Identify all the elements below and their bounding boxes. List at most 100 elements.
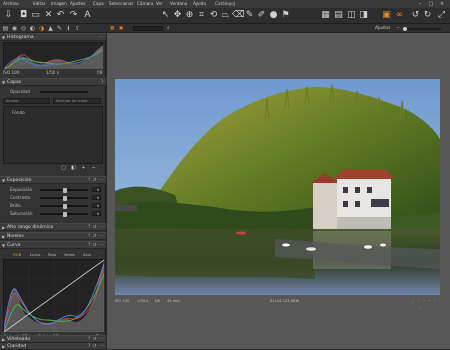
export-icon[interactable]: ▣ (381, 10, 392, 21)
browser-toggle-icon[interactable]: ▦ (110, 24, 114, 33)
menu-window[interactable]: Ventana (170, 0, 187, 8)
maximize-button[interactable]: □ (427, 1, 435, 7)
photo-canvas[interactable] (115, 79, 440, 295)
layers-header[interactable]: ▼ Capas ? (0, 78, 106, 86)
saturation-value[interactable]: 0 (92, 211, 101, 216)
brightness-slider[interactable] (40, 204, 88, 209)
metadata-tab-icon[interactable]: ℹ (65, 25, 72, 32)
opacity-slider[interactable] (40, 91, 88, 93)
curve-tab-blue[interactable]: Azul (83, 252, 91, 257)
panel-options-icon[interactable]: ? ↺ ⋯ (88, 224, 104, 231)
curve-tab-red[interactable]: Rojo (48, 252, 56, 257)
pan-icon[interactable]: ✥ (172, 10, 183, 21)
keystone-icon[interactable]: ⏢ (220, 10, 231, 21)
menu-edit[interactable]: Editar (33, 0, 45, 8)
levels-header[interactable]: ▶ Niveles ? ↺ ⋯ (0, 232, 106, 240)
viewer-toggle-icon[interactable]: ▣ (119, 24, 123, 33)
contrast-value[interactable]: 0 (92, 195, 101, 200)
adjust-label[interactable]: Ajustar (375, 24, 391, 33)
add-mask-icon[interactable]: ◧ (70, 165, 77, 172)
paint-mode-dropdown[interactable]: Ajustar (3, 98, 50, 104)
crop-icon[interactable]: ⌗ (196, 10, 207, 21)
slider-knob[interactable] (63, 196, 67, 201)
close-window-button[interactable]: × (438, 1, 446, 7)
curve-graph[interactable] (3, 259, 105, 333)
capture-tab-icon[interactable]: ◉ (11, 25, 18, 32)
zoom-knob[interactable] (403, 27, 407, 31)
compare-icon[interactable]: ▤ (333, 10, 344, 21)
contrast-slider[interactable] (40, 196, 88, 201)
zoom-icon[interactable]: ⊕ (184, 10, 195, 21)
vignetting-header[interactable]: ▶ Viñeteado ? ↺ ⋯ (0, 335, 106, 343)
remove-icon[interactable]: − (90, 165, 97, 172)
menu-help[interactable]: Ayuda (193, 0, 206, 8)
curve-tab-rgb[interactable]: RGB (13, 252, 21, 257)
brush-icon[interactable]: ✐ (256, 10, 267, 21)
color-tab-icon[interactable]: ◐ (29, 25, 36, 32)
stamp-icon[interactable]: ⚑ (280, 10, 291, 21)
add-icon[interactable]: + (80, 165, 87, 172)
panel-options-icon[interactable]: ? ↺ ⋯ (88, 336, 104, 343)
output-tab-icon[interactable]: ⇪ (74, 25, 81, 32)
exposure-header[interactable]: ▼ Exposición ? ↺ ⋯ (0, 176, 106, 184)
local-adjust-tab-icon[interactable]: ✎ (56, 25, 63, 32)
hdr-header[interactable]: ▶ Alto rango dinámico ? ↺ ⋯ (0, 223, 106, 231)
undo-icon[interactable]: ↶ (55, 10, 66, 21)
star-rating[interactable]: • • • • • (418, 297, 440, 313)
rotate-icon[interactable]: ⟲ (208, 10, 219, 21)
curve-tab-luma[interactable]: Luma (30, 252, 40, 257)
menu-layer[interactable]: Capa (93, 0, 104, 8)
slider-knob[interactable] (63, 188, 67, 193)
proof-icon[interactable]: ◫ (346, 10, 357, 21)
clear-icon[interactable]: ✕ (43, 10, 54, 21)
add-layer-icon[interactable]: ▢ (60, 165, 67, 172)
text-icon[interactable]: A (82, 10, 93, 21)
panel-options-icon[interactable]: ? ↺ ⋯ (88, 177, 104, 184)
menu-adjustments[interactable]: Ajustes (70, 0, 85, 8)
fill-mode-dropdown[interactable]: Rellenar de Luma (53, 98, 101, 104)
zoom-slider[interactable] (403, 27, 441, 31)
glasses-icon[interactable]: ∞ (394, 10, 405, 21)
grid-icon[interactable]: ▦ (320, 10, 331, 21)
zoom-out-icon[interactable]: − (396, 24, 400, 33)
curve-header[interactable]: ▼ Curva ? ↺ ⋯ (0, 241, 106, 249)
slider-knob[interactable] (63, 212, 67, 217)
filter-field[interactable] (133, 26, 163, 31)
details-tab-icon[interactable]: ▲ (47, 25, 54, 32)
exposure-value[interactable]: 0 (92, 187, 101, 192)
import-icon[interactable]: ⇩ (3, 10, 14, 21)
rating-icon[interactable]: ▢ (411, 297, 414, 305)
rotate-right-icon[interactable]: ↻ (422, 10, 433, 21)
spot-icon[interactable]: ● (268, 10, 279, 21)
curve-tab-green[interactable]: Verde (64, 252, 75, 257)
background-layer[interactable]: Fondo (12, 110, 25, 115)
lens-tab-icon[interactable]: ◎ (20, 25, 27, 32)
menu-select[interactable]: Seleccionar (109, 0, 133, 8)
eraser-icon[interactable]: ⌫ (232, 10, 245, 21)
search-icon[interactable]: ⌕ (167, 24, 169, 33)
menu-image[interactable]: Imagen (51, 0, 67, 8)
redo-icon[interactable]: ↷ (68, 10, 79, 21)
camera-icon[interactable]: ◘ (18, 10, 29, 21)
cursor-icon[interactable]: ↖ (160, 10, 171, 21)
fullscreen-icon[interactable]: ⤢ (436, 10, 447, 21)
histogram-header[interactable]: ▼ Histograma ⋯ (0, 33, 106, 41)
rotate-left-icon[interactable]: ↺ (410, 10, 421, 21)
menu-view[interactable]: Ver (156, 0, 163, 8)
picker-icon[interactable]: ✎ (244, 10, 255, 21)
exposure-tab-icon[interactable]: ◑ (38, 25, 45, 32)
minimize-button[interactable]: – (416, 1, 424, 7)
panel-options-icon[interactable]: ? ↺ ⋯ (88, 233, 104, 240)
brightness-value[interactable]: 0 (92, 203, 101, 208)
panel-options-icon[interactable]: ? (101, 79, 104, 86)
menu-camera[interactable]: Cámara (137, 0, 153, 8)
folder-icon[interactable]: ▭ (30, 10, 41, 21)
saturation-slider[interactable] (40, 212, 88, 217)
curve-editor[interactable] (3, 259, 105, 333)
exposure-slider[interactable] (40, 188, 88, 193)
menu-file[interactable]: Archivo (3, 0, 19, 8)
panel-options-icon[interactable]: ⋯ (99, 34, 104, 41)
panel-options-icon[interactable]: ? ↺ ⋯ (88, 242, 104, 249)
split-icon[interactable]: ◨ (358, 10, 369, 21)
slider-knob[interactable] (63, 204, 67, 209)
